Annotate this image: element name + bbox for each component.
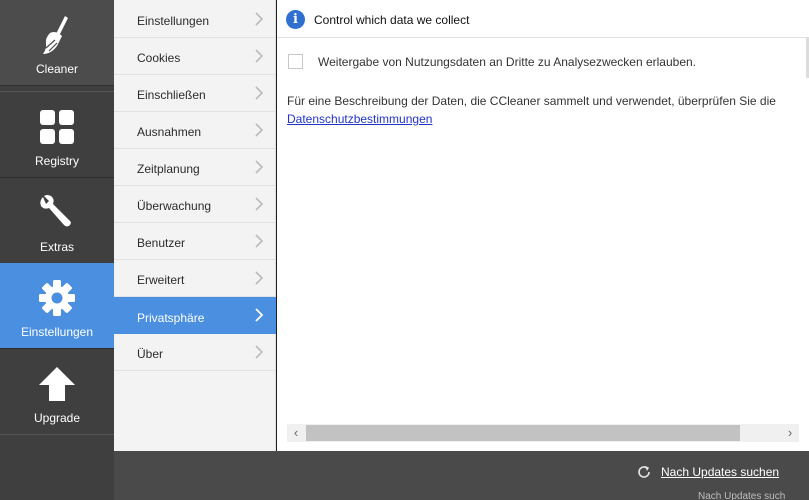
settings-submenu: Einstellungen Cookies Einschließen Ausna… <box>114 0 276 451</box>
check-updates-link[interactable]: Nach Updates suchen <box>661 465 779 479</box>
scrollbar-thumb[interactable] <box>306 425 740 441</box>
chevron-right-icon <box>255 345 264 359</box>
consent-label: Weitergabe von Nutzungsdaten an Dritte z… <box>318 55 697 69</box>
background-window-text: Nach Updates such <box>698 491 786 500</box>
chevron-right-icon <box>255 160 264 174</box>
submenu-item-label: Cookies <box>137 51 181 65</box>
upload-arrow-icon <box>0 363 114 405</box>
submenu-item-ueberwachung[interactable]: Überwachung <box>114 186 276 223</box>
sidebar-item-label: Registry <box>34 154 79 168</box>
sidebar-item-cleaner[interactable]: Cleaner <box>0 0 114 86</box>
submenu-item-label: Benutzer <box>137 236 186 250</box>
consent-checkbox[interactable] <box>288 54 303 69</box>
description-text: Für eine Beschreibung der Daten, die CCl… <box>287 94 776 108</box>
sidebar-item-registry[interactable]: Registry <box>0 92 114 178</box>
horizontal-scrollbar[interactable]: ‹ › <box>287 424 799 442</box>
gear-icon <box>0 277 114 319</box>
chevron-right-icon <box>255 308 264 322</box>
info-icon: i <box>286 10 305 29</box>
sidebar-item-label: Extras <box>39 240 74 254</box>
submenu-item-label: Überwachung <box>137 199 212 213</box>
sidebar-item-label: Einstellungen <box>20 325 94 339</box>
submenu-item-cookies[interactable]: Cookies <box>114 38 276 75</box>
submenu-item-ausnahmen[interactable]: Ausnahmen <box>114 112 276 149</box>
refresh-icon <box>638 466 650 478</box>
privacy-panel: i Control which data we collect Weiterga… <box>277 0 809 451</box>
submenu-item-label: Zeitplanung <box>137 162 200 176</box>
sidebar-item-label: Cleaner <box>35 62 79 76</box>
panel-header: i Control which data we collect <box>277 0 809 38</box>
submenu-item-privatsphaere[interactable]: Privatsphäre <box>114 297 276 334</box>
broom-icon <box>0 14 114 56</box>
submenu-item-label: Einstellungen <box>137 14 210 28</box>
sidebar-divider <box>0 434 114 435</box>
scroll-right-icon[interactable]: › <box>781 424 799 442</box>
chevron-right-icon <box>255 12 264 26</box>
scroll-left-icon[interactable]: ‹ <box>287 424 305 442</box>
bottom-bar: Nach Updates suchen Nach Updates such <box>114 451 809 500</box>
submenu-item-einstellungen[interactable]: Einstellungen <box>114 1 276 38</box>
submenu-item-label: Einschließen <box>137 88 206 102</box>
chevron-right-icon <box>255 197 264 211</box>
wrench-icon <box>0 192 114 234</box>
chevron-right-icon <box>255 123 264 137</box>
chevron-right-icon <box>255 271 264 285</box>
sidebar-item-settings[interactable]: Einstellungen <box>0 263 114 349</box>
chevron-right-icon <box>255 86 264 100</box>
submenu-item-benutzer[interactable]: Benutzer <box>114 223 276 260</box>
submenu-item-label: Privatsphäre <box>137 311 205 325</box>
submenu-item-label: Erweitert <box>137 273 185 287</box>
sidebar-item-label: Upgrade <box>33 411 81 425</box>
sidebar-item-extras[interactable]: Extras <box>0 178 114 264</box>
grid-icon <box>0 106 114 148</box>
submenu-item-label: Über <box>137 347 164 361</box>
submenu-item-ueber[interactable]: Über <box>114 334 276 371</box>
panel-title: Control which data we collect <box>314 13 470 27</box>
submenu-item-label: Ausnahmen <box>137 125 202 139</box>
privacy-policy-link[interactable]: Datenschutzbestimmungen <box>287 112 432 126</box>
sidebar-item-upgrade[interactable]: Upgrade <box>0 349 114 435</box>
main-sidebar: Cleaner Registry Extras Einstellungen Up… <box>0 0 114 500</box>
submenu-item-einschliessen[interactable]: Einschließen <box>114 75 276 112</box>
submenu-item-erweitert[interactable]: Erweitert <box>114 260 276 297</box>
submenu-item-zeitplanung[interactable]: Zeitplanung <box>114 149 276 186</box>
chevron-right-icon <box>255 49 264 63</box>
chevron-right-icon <box>255 234 264 248</box>
